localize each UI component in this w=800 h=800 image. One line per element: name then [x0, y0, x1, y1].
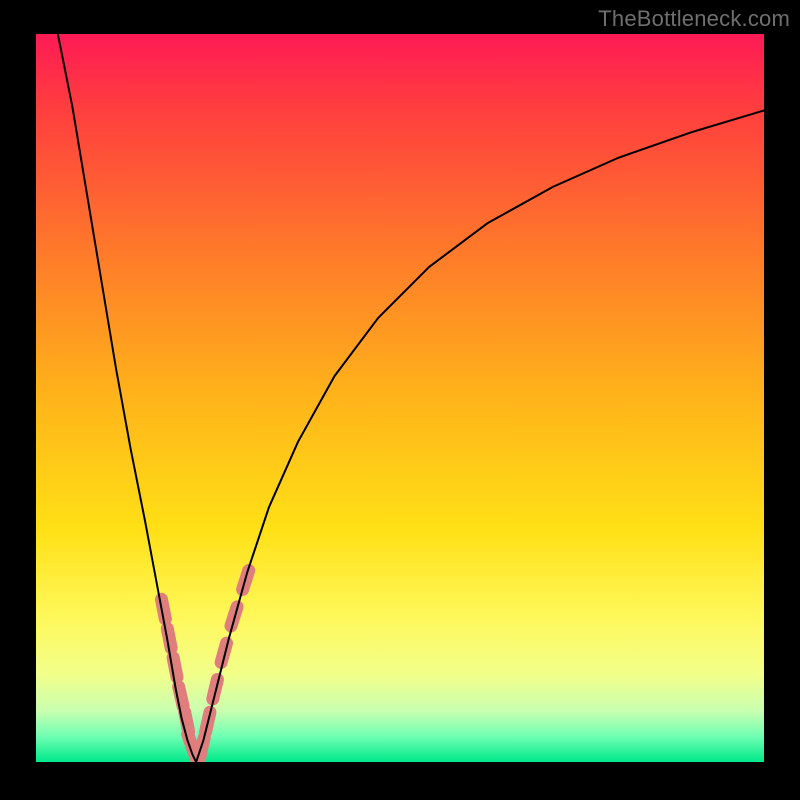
- curve-layer: [36, 34, 764, 762]
- curve-right-branch: [196, 110, 764, 762]
- watermark-text: TheBottleneck.com: [598, 6, 790, 32]
- plot-area: [36, 34, 764, 762]
- curve-lines: [58, 34, 764, 762]
- chart-frame: TheBottleneck.com: [0, 0, 800, 800]
